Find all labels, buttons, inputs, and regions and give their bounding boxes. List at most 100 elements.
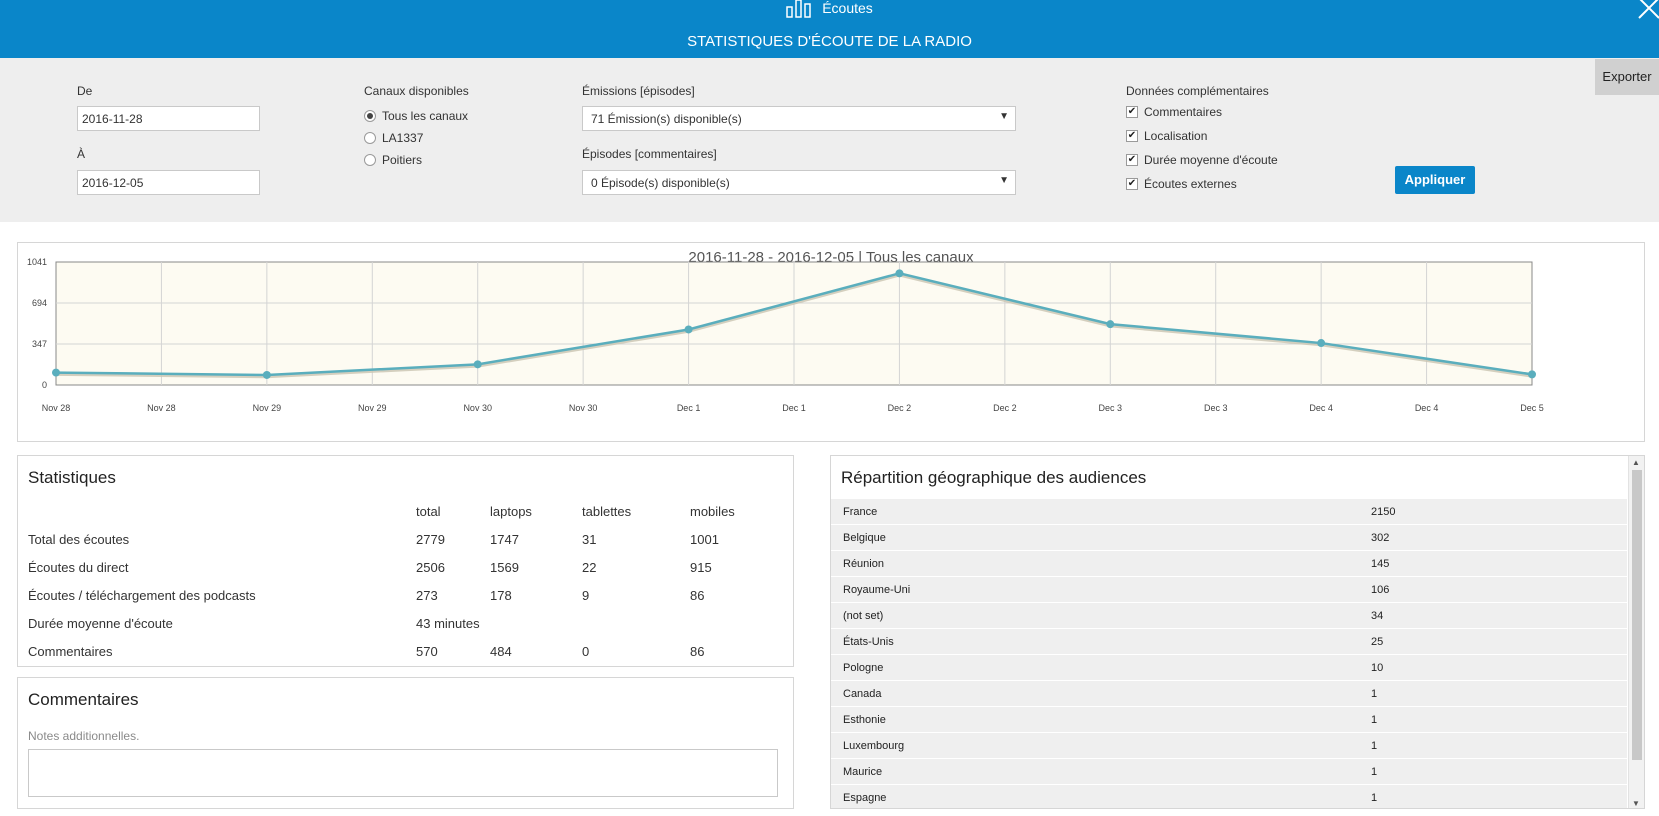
audience-count: 145: [1371, 558, 1390, 570]
country-name: Royaume-Uni: [843, 584, 911, 596]
comments-panel: Commentaires Notes additionnelles.: [17, 677, 794, 809]
country-name: Réunion: [843, 558, 884, 570]
header-bar: Écoutes STATISTIQUES D'ÉCOUTE DE LA RADI…: [0, 0, 1659, 58]
extra-external-checkbox[interactable]: ✔ Écoutes externes: [1126, 177, 1237, 191]
table-row: (not set) 34: [831, 603, 1627, 629]
table-row: Espagne 1: [831, 785, 1627, 808]
geo-scrollbar[interactable]: ▲ ▼: [1628, 456, 1644, 808]
y-tick-label: 0: [42, 380, 47, 390]
x-tick-label: Dec 2: [888, 403, 912, 413]
radio-selected-icon[interactable]: [364, 110, 376, 122]
x-tick-label: Dec 4: [1309, 403, 1333, 413]
data-point: [1528, 370, 1536, 379]
emissions-select[interactable]: 71 Émission(s) disponible(s) ▼: [582, 106, 1016, 131]
geo-panel: Répartition géographique des audiences F…: [830, 455, 1645, 809]
row-label: Écoutes / téléchargement des podcasts: [28, 588, 256, 603]
channel-label: LA1337: [382, 131, 424, 145]
comments-subtitle: Notes additionnelles.: [28, 729, 140, 743]
table-row: Luxembourg 1: [831, 733, 1627, 759]
channel-option-all[interactable]: Tous les canaux: [364, 109, 468, 123]
cell-value: 9: [582, 588, 590, 603]
x-tick-label: Nov 28: [147, 403, 176, 413]
audience-count: 1: [1371, 740, 1378, 752]
geo-title: Répartition géographique des audiences: [841, 468, 1147, 487]
cell-value: 0: [582, 644, 590, 659]
statistics-panel: Statistiques total laptops tablettes mobile…: [17, 455, 794, 667]
x-tick-label: Dec 2: [993, 403, 1017, 413]
cell-value: 1747: [490, 532, 519, 547]
audience-count: 1: [1371, 766, 1378, 778]
channel-option-la1337[interactable]: LA1337: [364, 131, 423, 145]
table-row: Pologne 10: [831, 655, 1627, 681]
data-point: [684, 325, 693, 334]
radio-icon[interactable]: [364, 132, 376, 144]
channels-label: Canaux disponibles: [364, 84, 469, 98]
y-tick-label: 694: [32, 298, 47, 308]
data-point: [895, 269, 904, 278]
row-label: Écoutes du direct: [28, 560, 129, 575]
cell-value: 2779: [416, 532, 445, 547]
cell-value: 273: [416, 588, 438, 603]
x-tick-label: Nov 29: [253, 403, 282, 413]
country-name: États-Unis: [843, 636, 894, 648]
checkbox-checked-icon[interactable]: ✔: [1126, 106, 1138, 118]
checkbox-checked-icon[interactable]: ✔: [1126, 130, 1138, 142]
apply-button[interactable]: Appliquer: [1395, 166, 1475, 194]
comments-textarea[interactable]: [28, 749, 778, 797]
chart-panel: 2016-11-28 - 2016-12-05 | Tous les canau…: [17, 242, 1645, 442]
episodes-select[interactable]: 0 Épisode(s) disponible(s) ▼: [582, 170, 1016, 195]
checkbox-checked-icon[interactable]: ✔: [1126, 154, 1138, 166]
data-point: [52, 368, 60, 377]
extra-duration-checkbox[interactable]: ✔ Durée moyenne d'écoute: [1126, 153, 1278, 167]
country-name: Luxembourg: [843, 740, 905, 752]
table-row: Esthonie 1: [831, 707, 1627, 733]
cell-value: 22: [582, 560, 597, 575]
channel-option-poitiers[interactable]: Poitiers: [364, 153, 422, 167]
country-name: Espagne: [843, 792, 887, 804]
cell-value: 1001: [690, 532, 719, 547]
checkbox-label: Durée moyenne d'écoute: [1144, 153, 1278, 167]
caret-down-icon: ▼: [999, 111, 1009, 122]
emissions-value: 71 Émission(s) disponible(s): [591, 112, 742, 126]
column-header: mobiles: [690, 504, 735, 519]
x-tick-label: Dec 3: [1204, 403, 1228, 413]
x-tick-label: Dec 5: [1520, 403, 1544, 413]
cell-value: 31: [582, 532, 597, 547]
x-tick-label: Dec 4: [1415, 403, 1439, 413]
scroll-up-icon[interactable]: ▲: [1632, 458, 1640, 467]
audience-count: 1: [1371, 792, 1378, 804]
checkbox-checked-icon[interactable]: ✔: [1126, 178, 1138, 190]
geo-table: France 2150 Belgique 302 Réunion 145 Royaume-U…: [831, 499, 1627, 808]
x-tick-label: Nov 30: [569, 403, 598, 413]
from-date-input[interactable]: 2016-11-28: [77, 106, 260, 131]
scrollbar-thumb[interactable]: [1632, 470, 1642, 760]
data-point: [1317, 339, 1326, 348]
table-row: Canada 1: [831, 681, 1627, 707]
channel-label: Poitiers: [382, 153, 423, 167]
row-label: Total des écoutes: [28, 532, 130, 547]
close-icon[interactable]: [1633, 0, 1659, 24]
cell-value: 86: [690, 588, 705, 603]
audience-count: 1: [1371, 714, 1378, 726]
export-button[interactable]: Exporter: [1595, 59, 1659, 95]
radio-icon[interactable]: [364, 154, 376, 166]
from-label: De: [77, 84, 93, 98]
country-name: Maurice: [843, 766, 883, 778]
audience-count: 2150: [1371, 506, 1396, 518]
scroll-down-icon[interactable]: ▼: [1632, 799, 1640, 808]
filters-panel: De 2016-11-28 À 2016-12-05 Canaux dispon…: [0, 58, 1659, 222]
data-point: [262, 370, 271, 379]
table-row: Belgique 302: [831, 525, 1627, 551]
table-row: Maurice 1: [831, 759, 1627, 785]
y-tick-label: 347: [32, 339, 47, 349]
table-row: Réunion 145: [831, 551, 1627, 577]
extra-comments-checkbox[interactable]: ✔ Commentaires: [1126, 105, 1222, 119]
checkbox-label: Écoutes externes: [1144, 177, 1237, 191]
extra-location-checkbox[interactable]: ✔ Localisation: [1126, 129, 1207, 143]
to-date-input[interactable]: 2016-12-05: [77, 170, 260, 195]
comments-title: Commentaires: [28, 690, 139, 709]
x-tick-label: Dec 1: [782, 403, 806, 413]
audience-count: 34: [1371, 610, 1384, 622]
cell-value: 178: [490, 588, 512, 603]
y-tick-label: 1041: [27, 257, 47, 267]
